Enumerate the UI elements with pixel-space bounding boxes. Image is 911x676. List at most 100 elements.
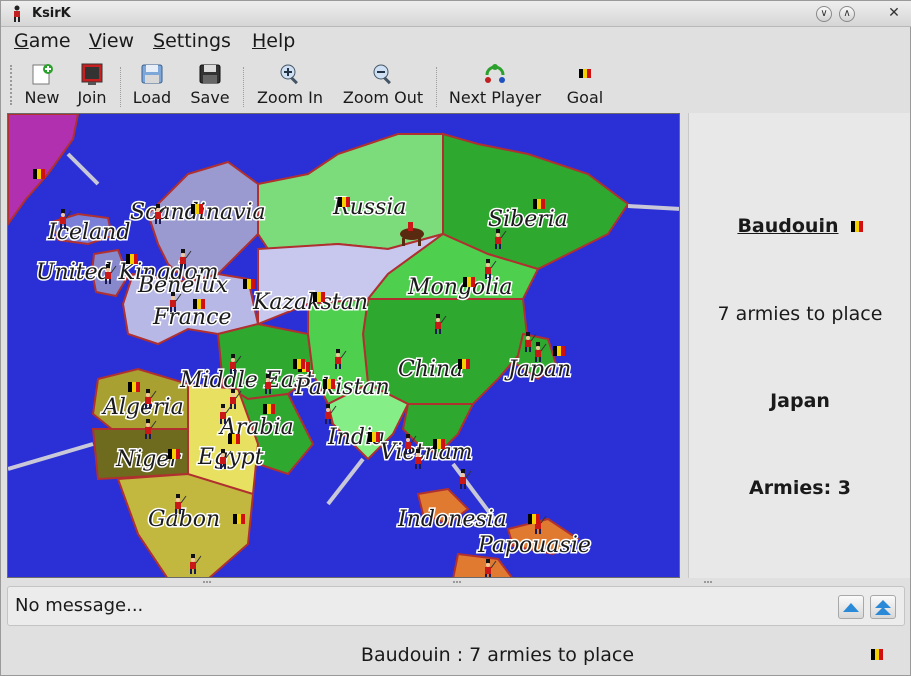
join-button[interactable]: Join bbox=[73, 63, 111, 109]
territory-label: Vietnam bbox=[380, 440, 473, 465]
territory-flag-icon bbox=[368, 432, 380, 442]
scroll-up-button[interactable] bbox=[838, 595, 864, 619]
toolbar-handle[interactable] bbox=[10, 65, 12, 105]
territory-flag-icon bbox=[528, 514, 540, 524]
territory-flag-icon bbox=[458, 359, 470, 369]
menu-game[interactable]: Game bbox=[14, 30, 71, 52]
zoom-out-icon bbox=[373, 64, 391, 85]
territory-label: Middle East bbox=[179, 368, 314, 393]
title-bar[interactable]: KsirK ∨ ∧ ✕ bbox=[1, 1, 911, 27]
goal-label: Goal bbox=[566, 88, 604, 107]
join-label: Join bbox=[77, 88, 107, 107]
load-floppy-icon bbox=[141, 64, 163, 84]
zoom-in-icon bbox=[280, 64, 298, 85]
territory-flag-icon bbox=[168, 449, 180, 459]
status-bar: Baudouin : 7 armies to place bbox=[1, 641, 911, 671]
territory-label: Kazakstan bbox=[252, 290, 368, 315]
join-network-icon bbox=[81, 63, 103, 85]
belgian-flag-icon bbox=[850, 221, 863, 232]
load-label: Load bbox=[132, 88, 172, 107]
zoom-out-button[interactable]: Zoom Out bbox=[340, 63, 426, 109]
territory-flag-icon bbox=[33, 169, 45, 179]
territory-label: Indonesia bbox=[397, 507, 507, 532]
menu-help[interactable]: Help bbox=[252, 30, 295, 52]
territory-flag-icon bbox=[233, 514, 245, 524]
next-player-icon bbox=[485, 64, 505, 83]
world-map[interactable]: IcelandScandinaviaRussiaSiberiaUnited Ki… bbox=[7, 113, 680, 578]
double-arrow-up-icon bbox=[875, 600, 891, 615]
minimize-icon[interactable]: ∨ bbox=[816, 6, 832, 22]
toolbar-separator bbox=[243, 67, 244, 107]
message-area: No message... bbox=[7, 586, 905, 626]
territory-flag-icon bbox=[228, 434, 240, 444]
close-icon[interactable]: ✕ bbox=[886, 6, 902, 22]
territory-flag-icon bbox=[533, 199, 545, 209]
ksirk-window: KsirK ∨ ∧ ✕ Game View Settings Help New … bbox=[0, 0, 911, 676]
message-text: No message... bbox=[15, 595, 144, 616]
menu-settings-label: ettings bbox=[165, 30, 231, 52]
territory-flag-icon bbox=[263, 404, 275, 414]
new-button[interactable]: New bbox=[21, 63, 63, 109]
load-button[interactable]: Load bbox=[130, 63, 174, 109]
current-player: Baudouin bbox=[689, 215, 911, 237]
territory-flag-icon bbox=[193, 299, 205, 309]
splitter-handle[interactable] bbox=[704, 581, 712, 583]
ksirk-app-icon bbox=[14, 5, 20, 22]
territory-label: Pakistan bbox=[294, 375, 390, 400]
menu-settings[interactable]: Settings bbox=[153, 30, 231, 52]
territory-armies: Armies: 3 bbox=[748, 477, 851, 499]
territory-label: France bbox=[152, 305, 231, 330]
territory-flag-icon bbox=[553, 346, 565, 356]
menu-view[interactable]: View bbox=[89, 30, 134, 52]
toolbar-separator bbox=[436, 67, 437, 107]
selected-territory: Japan bbox=[770, 390, 830, 412]
splitter-handle[interactable] bbox=[203, 581, 211, 583]
territory-label: Japan bbox=[504, 357, 571, 382]
menu-settings-mnemonic: S bbox=[153, 30, 166, 52]
menu-game-label: ame bbox=[28, 30, 71, 52]
territory-label: Iceland bbox=[47, 220, 130, 245]
territory-flag-icon bbox=[463, 277, 475, 287]
save-button[interactable]: Save bbox=[188, 63, 232, 109]
territory-flag-icon bbox=[191, 204, 203, 214]
territory-label: Benelux bbox=[137, 273, 229, 298]
save-floppy-icon bbox=[199, 64, 221, 84]
goal-button[interactable]: Goal bbox=[564, 63, 606, 109]
status-text: Baudouin : 7 armies to place bbox=[360, 644, 635, 666]
territory-flag-icon bbox=[433, 439, 445, 449]
player-name: Baudouin bbox=[737, 215, 839, 237]
belgian-flag-icon bbox=[871, 649, 883, 660]
menu-game-mnemonic: G bbox=[14, 30, 29, 52]
territory-flag-icon bbox=[313, 292, 325, 302]
territory-flag-icon bbox=[323, 379, 335, 389]
territory-label: Algeria bbox=[101, 395, 184, 420]
menu-help-mnemonic: H bbox=[252, 30, 267, 52]
toolbar-separator bbox=[120, 67, 121, 107]
menu-view-label: iew bbox=[101, 30, 135, 52]
next-player-button[interactable]: Next Player bbox=[447, 63, 543, 109]
territory-flag-icon bbox=[293, 359, 305, 369]
territory-label: Mongolia bbox=[407, 275, 512, 300]
save-label: Save bbox=[190, 88, 230, 107]
toolbar: New Join Load Save Zoom In Zoom Out Next… bbox=[1, 59, 911, 109]
belgian-flag-icon bbox=[579, 69, 591, 78]
player-info-panel: Baudouin 7 armies to place Japan Armies:… bbox=[688, 113, 910, 578]
map-canvas[interactable]: IcelandScandinaviaRussiaSiberiaUnited Ki… bbox=[8, 114, 680, 578]
territory-label: Egypt bbox=[197, 445, 264, 470]
armies-to-place: 7 armies to place bbox=[717, 303, 883, 325]
territory-label: Papouasie bbox=[477, 533, 591, 558]
menu-view-mnemonic: V bbox=[89, 30, 102, 52]
menu-help-label: elp bbox=[266, 30, 296, 52]
next-player-label: Next Player bbox=[448, 88, 542, 107]
arrow-up-icon bbox=[843, 603, 859, 612]
territory-label: China bbox=[398, 357, 463, 382]
territory-flag-icon bbox=[126, 254, 138, 264]
scroll-top-button[interactable] bbox=[870, 595, 896, 619]
zoom-in-label: Zoom In bbox=[256, 88, 324, 107]
territory-flag-icon bbox=[338, 197, 350, 207]
territory-flag-icon bbox=[128, 382, 140, 392]
maximize-icon[interactable]: ∧ bbox=[839, 6, 855, 22]
splitter-handle[interactable] bbox=[453, 581, 461, 583]
territory-label: Gabon bbox=[148, 507, 220, 532]
zoom-in-button[interactable]: Zoom In bbox=[254, 63, 326, 109]
